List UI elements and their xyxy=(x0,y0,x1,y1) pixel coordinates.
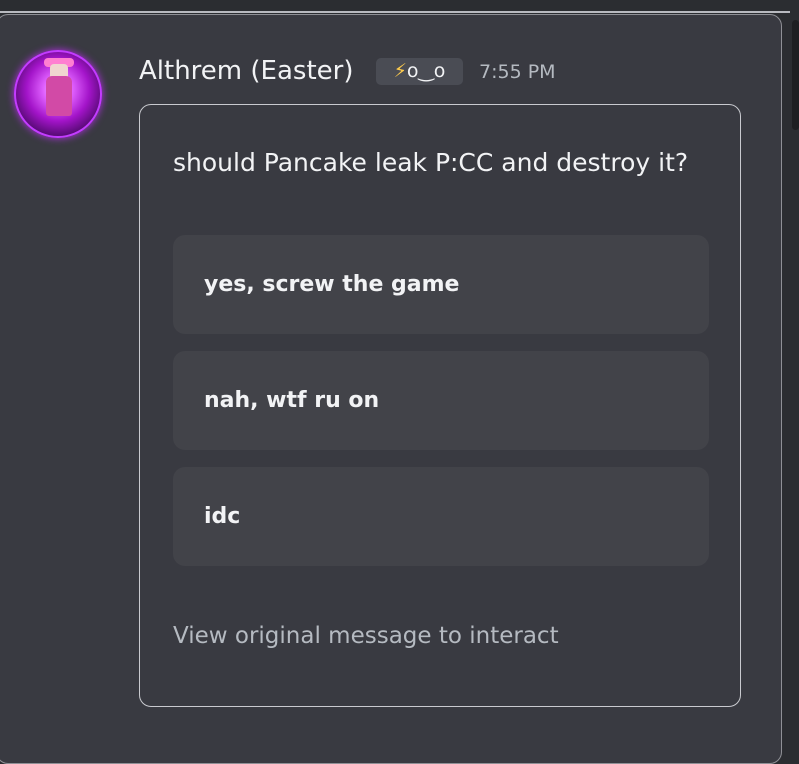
poll-card: should Pancake leak P:CC and destroy it?… xyxy=(139,104,741,707)
lightning-bolt-icon: ⚡ xyxy=(393,60,407,82)
poll-option[interactable]: idc xyxy=(173,467,709,566)
poll-question: should Pancake leak P:CC and destroy it? xyxy=(173,148,689,177)
avatar-figure xyxy=(46,76,72,116)
poll-option[interactable]: nah, wtf ru on xyxy=(173,351,709,450)
message-timestamp[interactable]: 7:55 PM xyxy=(479,61,556,83)
poll-option[interactable]: yes, screw the game xyxy=(173,235,709,334)
top-divider xyxy=(0,11,790,13)
avatar[interactable] xyxy=(14,50,102,138)
author-username[interactable]: Althrem (Easter) xyxy=(139,56,353,86)
scrollbar-thumb[interactable] xyxy=(792,20,799,130)
view-original-message-link[interactable]: View original message to interact xyxy=(173,623,559,649)
server-tag-badge[interactable]: ⚡o‿o xyxy=(376,58,463,85)
tag-text: o‿o xyxy=(406,60,446,82)
